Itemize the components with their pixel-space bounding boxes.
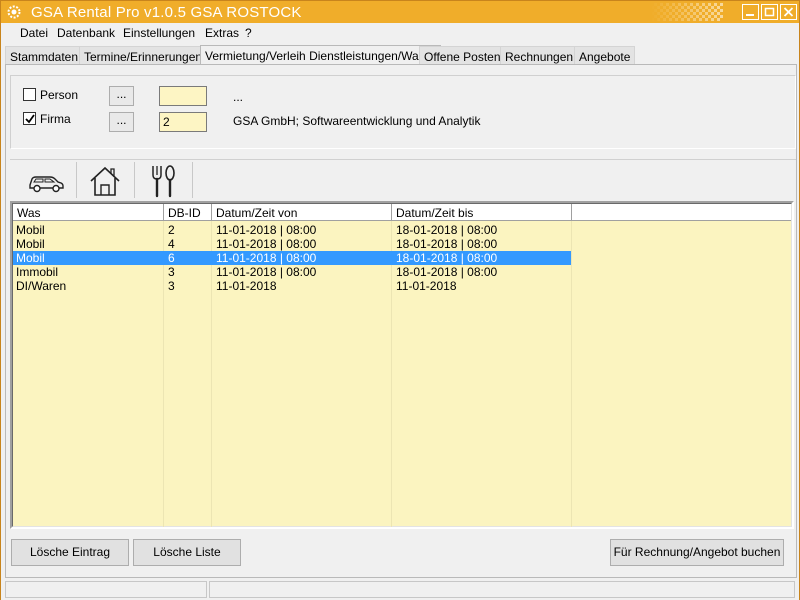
- column-header-db-id[interactable]: DB-ID: [164, 204, 212, 221]
- cell-bis: 11-01-2018: [396, 279, 457, 293]
- cell-db-id: 6: [168, 251, 175, 265]
- cell-db-id: 3: [168, 279, 175, 293]
- tab-offene-posten[interactable]: Offene Posten: [419, 46, 506, 65]
- cell-bis: 18-01-2018 | 08:00: [396, 251, 498, 265]
- toolbar-separator: [192, 162, 193, 198]
- app-gear-icon: [6, 4, 22, 20]
- cell-was: DI/Waren: [16, 279, 67, 293]
- di-waren-tool-button[interactable]: [134, 162, 192, 200]
- cell-von: 11-01-2018 | 08:00: [216, 251, 317, 265]
- cell-was: Mobil: [16, 251, 45, 265]
- maximize-icon: [764, 7, 775, 17]
- status-pane-right: [209, 581, 795, 598]
- column-header-was[interactable]: Was: [13, 204, 164, 221]
- cell-was: Mobil: [16, 223, 45, 237]
- checkmark-icon: [25, 114, 35, 124]
- tab-vermietung[interactable]: Vermietung/Verleih Dienstleistungen/Ware…: [200, 45, 442, 65]
- table-row[interactable]: Mobil 2 11-01-2018 | 08:00 18-01-2018 | …: [13, 223, 791, 237]
- tab-termine[interactable]: Termine/Erinnerungen: [79, 46, 208, 65]
- entity-selection-group: Person ... ... Firma ... 2 GSA GmbH; Sof…: [10, 75, 796, 149]
- column-header-von[interactable]: Datum/Zeit von: [212, 204, 392, 221]
- window-title: GSA Rental Pro v1.0.5 GSA ROSTOCK: [31, 4, 302, 21]
- menu-help[interactable]: ?: [245, 26, 252, 40]
- cell-von: 11-01-2018 | 08:00: [216, 223, 317, 237]
- menu-datenbank[interactable]: Datenbank: [57, 26, 115, 40]
- cell-von: 11-01-2018 | 08:00: [216, 265, 317, 279]
- cell-bis: 18-01-2018 | 08:00: [396, 265, 498, 279]
- tab-angebote[interactable]: Angebote: [574, 46, 636, 65]
- cell-db-id: 2: [168, 223, 175, 237]
- minimize-icon: [746, 14, 754, 16]
- booking-list[interactable]: Was DB-ID Datum/Zeit von Datum/Zeit bis …: [10, 201, 794, 529]
- status-bar: [1, 580, 799, 600]
- tab-rechnungen[interactable]: Rechnungen: [500, 46, 579, 65]
- tab-stammdaten[interactable]: Stammdaten: [5, 46, 84, 65]
- cell-bis: 18-01-2018 | 08:00: [396, 223, 498, 237]
- title-decoration: [651, 3, 723, 21]
- cell-von: 11-01-2018 | 08:00: [216, 237, 317, 251]
- app-window: GSA Rental Pro v1.0.5 GSA ROSTOCK Datei …: [0, 0, 800, 600]
- cell-db-id: 3: [168, 265, 175, 279]
- menu-einstellungen[interactable]: Einstellungen: [123, 26, 195, 40]
- book-invoice-button[interactable]: Für Rechnung/Angebot buchen: [610, 539, 784, 566]
- title-bar[interactable]: GSA Rental Pro v1.0.5 GSA ROSTOCK: [1, 1, 799, 23]
- list-body: Was DB-ID Datum/Zeit von Datum/Zeit bis …: [12, 203, 792, 527]
- cutlery-icon: [152, 165, 175, 198]
- firma-description: GSA GmbH; Softwareentwicklung und Analyt…: [233, 114, 481, 128]
- immobil-tool-button[interactable]: [76, 162, 134, 200]
- mobil-tool-button[interactable]: [16, 162, 74, 200]
- menu-datei[interactable]: Datei: [20, 26, 48, 40]
- close-button[interactable]: [780, 4, 797, 20]
- table-row[interactable]: DI/Waren 3 11-01-2018 11-01-2018: [13, 279, 791, 293]
- person-label: Person: [40, 88, 79, 102]
- house-icon: [90, 166, 120, 196]
- person-id-field[interactable]: [159, 86, 207, 106]
- status-pane-left: [5, 581, 207, 598]
- firma-label: Firma: [40, 112, 71, 126]
- firma-id-field[interactable]: 2: [159, 112, 207, 132]
- cell-bis: 18-01-2018 | 08:00: [396, 237, 498, 251]
- maximize-button[interactable]: [761, 4, 778, 20]
- menu-extras[interactable]: Extras: [205, 26, 239, 40]
- list-header: Was DB-ID Datum/Zeit von Datum/Zeit bis: [13, 204, 791, 221]
- cell-von: 11-01-2018: [216, 279, 277, 293]
- table-row[interactable]: Immobil 3 11-01-2018 | 08:00 18-01-2018 …: [13, 265, 791, 279]
- car-icon: [29, 176, 64, 193]
- firma-select-button[interactable]: ...: [109, 112, 134, 132]
- person-select-button[interactable]: ...: [109, 86, 134, 106]
- minimize-button[interactable]: [742, 4, 759, 20]
- table-row-selected[interactable]: Mobil 6 11-01-2018 | 08:00 18-01-2018 | …: [13, 251, 791, 265]
- tab-panel-vermietung: Person ... ... Firma ... 2 GSA GmbH; Sof…: [5, 64, 797, 578]
- cell-was: Mobil: [16, 237, 45, 251]
- delete-entry-button[interactable]: Lösche Eintrag: [11, 539, 129, 566]
- menu-bar: Datei Datenbank Einstellungen Extras ?: [1, 23, 799, 43]
- cell-db-id: 4: [168, 237, 175, 251]
- close-icon: [783, 7, 794, 17]
- delete-list-button[interactable]: Lösche Liste: [133, 539, 241, 566]
- column-header-filler: [572, 204, 791, 221]
- table-row[interactable]: Mobil 4 11-01-2018 | 08:00 18-01-2018 | …: [13, 237, 791, 251]
- column-header-bis[interactable]: Datum/Zeit bis: [392, 204, 572, 221]
- person-checkbox[interactable]: [23, 88, 36, 101]
- firma-checkbox[interactable]: [23, 112, 36, 125]
- person-description: ...: [233, 90, 244, 104]
- cell-was: Immobil: [16, 265, 59, 279]
- category-toolbar: [10, 159, 796, 201]
